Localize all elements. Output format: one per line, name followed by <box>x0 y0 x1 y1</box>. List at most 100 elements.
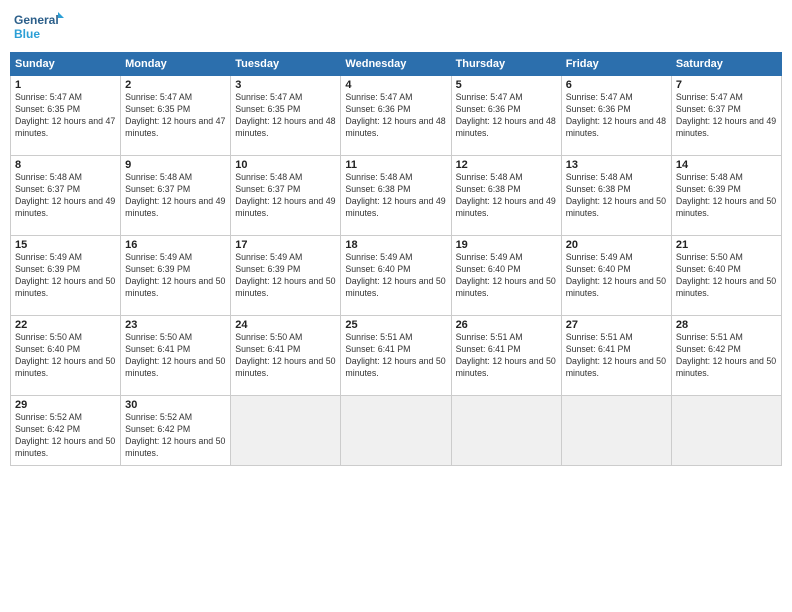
page-header: General Blue <box>10 10 782 46</box>
day-info: Sunrise: 5:50 AMSunset: 6:40 PMDaylight:… <box>676 252 777 300</box>
day-number: 10 <box>235 159 336 171</box>
day-number: 9 <box>125 159 226 171</box>
day-number: 25 <box>345 319 446 331</box>
calendar-cell: 22Sunrise: 5:50 AMSunset: 6:40 PMDayligh… <box>11 316 121 396</box>
calendar-header-row: SundayMondayTuesdayWednesdayThursdayFrid… <box>11 53 782 76</box>
calendar-cell: 15Sunrise: 5:49 AMSunset: 6:39 PMDayligh… <box>11 236 121 316</box>
day-info: Sunrise: 5:49 AMSunset: 6:39 PMDaylight:… <box>15 252 116 300</box>
day-info: Sunrise: 5:48 AMSunset: 6:38 PMDaylight:… <box>456 172 557 220</box>
day-info: Sunrise: 5:51 AMSunset: 6:41 PMDaylight:… <box>345 332 446 380</box>
day-number: 6 <box>566 79 667 91</box>
day-info: Sunrise: 5:48 AMSunset: 6:38 PMDaylight:… <box>566 172 667 220</box>
calendar-cell <box>231 396 341 466</box>
calendar-cell: 28Sunrise: 5:51 AMSunset: 6:42 PMDayligh… <box>671 316 781 396</box>
day-info: Sunrise: 5:51 AMSunset: 6:41 PMDaylight:… <box>456 332 557 380</box>
calendar-cell: 25Sunrise: 5:51 AMSunset: 6:41 PMDayligh… <box>341 316 451 396</box>
calendar-row: 1Sunrise: 5:47 AMSunset: 6:35 PMDaylight… <box>11 76 782 156</box>
day-number: 14 <box>676 159 777 171</box>
calendar-cell <box>671 396 781 466</box>
day-info: Sunrise: 5:48 AMSunset: 6:38 PMDaylight:… <box>345 172 446 220</box>
calendar-cell: 26Sunrise: 5:51 AMSunset: 6:41 PMDayligh… <box>451 316 561 396</box>
day-number: 16 <box>125 239 226 251</box>
calendar-row: 22Sunrise: 5:50 AMSunset: 6:40 PMDayligh… <box>11 316 782 396</box>
day-number: 27 <box>566 319 667 331</box>
calendar-cell: 7Sunrise: 5:47 AMSunset: 6:37 PMDaylight… <box>671 76 781 156</box>
day-number: 26 <box>456 319 557 331</box>
calendar-cell: 10Sunrise: 5:48 AMSunset: 6:37 PMDayligh… <box>231 156 341 236</box>
day-number: 20 <box>566 239 667 251</box>
day-info: Sunrise: 5:47 AMSunset: 6:36 PMDaylight:… <box>345 92 446 140</box>
day-number: 17 <box>235 239 336 251</box>
day-info: Sunrise: 5:48 AMSunset: 6:37 PMDaylight:… <box>15 172 116 220</box>
day-number: 21 <box>676 239 777 251</box>
calendar-cell: 24Sunrise: 5:50 AMSunset: 6:41 PMDayligh… <box>231 316 341 396</box>
weekday-header: Thursday <box>451 53 561 76</box>
calendar-cell <box>561 396 671 466</box>
calendar-cell: 23Sunrise: 5:50 AMSunset: 6:41 PMDayligh… <box>121 316 231 396</box>
weekday-header: Monday <box>121 53 231 76</box>
day-info: Sunrise: 5:47 AMSunset: 6:36 PMDaylight:… <box>456 92 557 140</box>
day-number: 12 <box>456 159 557 171</box>
day-number: 1 <box>15 79 116 91</box>
day-info: Sunrise: 5:47 AMSunset: 6:35 PMDaylight:… <box>235 92 336 140</box>
calendar-cell: 16Sunrise: 5:49 AMSunset: 6:39 PMDayligh… <box>121 236 231 316</box>
day-number: 13 <box>566 159 667 171</box>
calendar-cell: 3Sunrise: 5:47 AMSunset: 6:35 PMDaylight… <box>231 76 341 156</box>
calendar-cell: 6Sunrise: 5:47 AMSunset: 6:36 PMDaylight… <box>561 76 671 156</box>
calendar-cell: 5Sunrise: 5:47 AMSunset: 6:36 PMDaylight… <box>451 76 561 156</box>
day-number: 3 <box>235 79 336 91</box>
calendar-row: 8Sunrise: 5:48 AMSunset: 6:37 PMDaylight… <box>11 156 782 236</box>
day-number: 30 <box>125 399 226 411</box>
day-info: Sunrise: 5:49 AMSunset: 6:40 PMDaylight:… <box>566 252 667 300</box>
day-info: Sunrise: 5:47 AMSunset: 6:35 PMDaylight:… <box>15 92 116 140</box>
day-number: 29 <box>15 399 116 411</box>
day-number: 4 <box>345 79 446 91</box>
weekday-header: Sunday <box>11 53 121 76</box>
calendar-cell: 18Sunrise: 5:49 AMSunset: 6:40 PMDayligh… <box>341 236 451 316</box>
logo-svg: General Blue <box>14 10 66 46</box>
calendar-cell: 29Sunrise: 5:52 AMSunset: 6:42 PMDayligh… <box>11 396 121 466</box>
weekday-header: Tuesday <box>231 53 341 76</box>
day-info: Sunrise: 5:51 AMSunset: 6:42 PMDaylight:… <box>676 332 777 380</box>
calendar-cell: 17Sunrise: 5:49 AMSunset: 6:39 PMDayligh… <box>231 236 341 316</box>
calendar-cell: 4Sunrise: 5:47 AMSunset: 6:36 PMDaylight… <box>341 76 451 156</box>
day-number: 5 <box>456 79 557 91</box>
day-info: Sunrise: 5:49 AMSunset: 6:39 PMDaylight:… <box>125 252 226 300</box>
day-info: Sunrise: 5:50 AMSunset: 6:41 PMDaylight:… <box>235 332 336 380</box>
day-info: Sunrise: 5:52 AMSunset: 6:42 PMDaylight:… <box>15 412 116 460</box>
day-info: Sunrise: 5:52 AMSunset: 6:42 PMDaylight:… <box>125 412 226 460</box>
day-info: Sunrise: 5:50 AMSunset: 6:41 PMDaylight:… <box>125 332 226 380</box>
calendar-cell: 8Sunrise: 5:48 AMSunset: 6:37 PMDaylight… <box>11 156 121 236</box>
calendar-cell: 19Sunrise: 5:49 AMSunset: 6:40 PMDayligh… <box>451 236 561 316</box>
day-number: 2 <box>125 79 226 91</box>
svg-text:General: General <box>14 13 59 27</box>
day-number: 7 <box>676 79 777 91</box>
weekday-header: Friday <box>561 53 671 76</box>
calendar-cell: 11Sunrise: 5:48 AMSunset: 6:38 PMDayligh… <box>341 156 451 236</box>
day-info: Sunrise: 5:47 AMSunset: 6:37 PMDaylight:… <box>676 92 777 140</box>
calendar-cell: 12Sunrise: 5:48 AMSunset: 6:38 PMDayligh… <box>451 156 561 236</box>
calendar-cell: 13Sunrise: 5:48 AMSunset: 6:38 PMDayligh… <box>561 156 671 236</box>
day-number: 15 <box>15 239 116 251</box>
calendar-cell: 30Sunrise: 5:52 AMSunset: 6:42 PMDayligh… <box>121 396 231 466</box>
calendar-cell: 2Sunrise: 5:47 AMSunset: 6:35 PMDaylight… <box>121 76 231 156</box>
day-number: 11 <box>345 159 446 171</box>
svg-text:Blue: Blue <box>14 27 40 41</box>
calendar-row: 29Sunrise: 5:52 AMSunset: 6:42 PMDayligh… <box>11 396 782 466</box>
weekday-header: Wednesday <box>341 53 451 76</box>
calendar-cell: 21Sunrise: 5:50 AMSunset: 6:40 PMDayligh… <box>671 236 781 316</box>
calendar-cell: 1Sunrise: 5:47 AMSunset: 6:35 PMDaylight… <box>11 76 121 156</box>
day-info: Sunrise: 5:48 AMSunset: 6:39 PMDaylight:… <box>676 172 777 220</box>
calendar-table: SundayMondayTuesdayWednesdayThursdayFrid… <box>10 52 782 466</box>
calendar-cell: 9Sunrise: 5:48 AMSunset: 6:37 PMDaylight… <box>121 156 231 236</box>
calendar-cell: 14Sunrise: 5:48 AMSunset: 6:39 PMDayligh… <box>671 156 781 236</box>
day-number: 28 <box>676 319 777 331</box>
day-info: Sunrise: 5:50 AMSunset: 6:40 PMDaylight:… <box>15 332 116 380</box>
weekday-header: Saturday <box>671 53 781 76</box>
day-number: 24 <box>235 319 336 331</box>
day-info: Sunrise: 5:47 AMSunset: 6:35 PMDaylight:… <box>125 92 226 140</box>
day-info: Sunrise: 5:49 AMSunset: 6:39 PMDaylight:… <box>235 252 336 300</box>
day-info: Sunrise: 5:49 AMSunset: 6:40 PMDaylight:… <box>345 252 446 300</box>
day-info: Sunrise: 5:47 AMSunset: 6:36 PMDaylight:… <box>566 92 667 140</box>
day-info: Sunrise: 5:48 AMSunset: 6:37 PMDaylight:… <box>125 172 226 220</box>
